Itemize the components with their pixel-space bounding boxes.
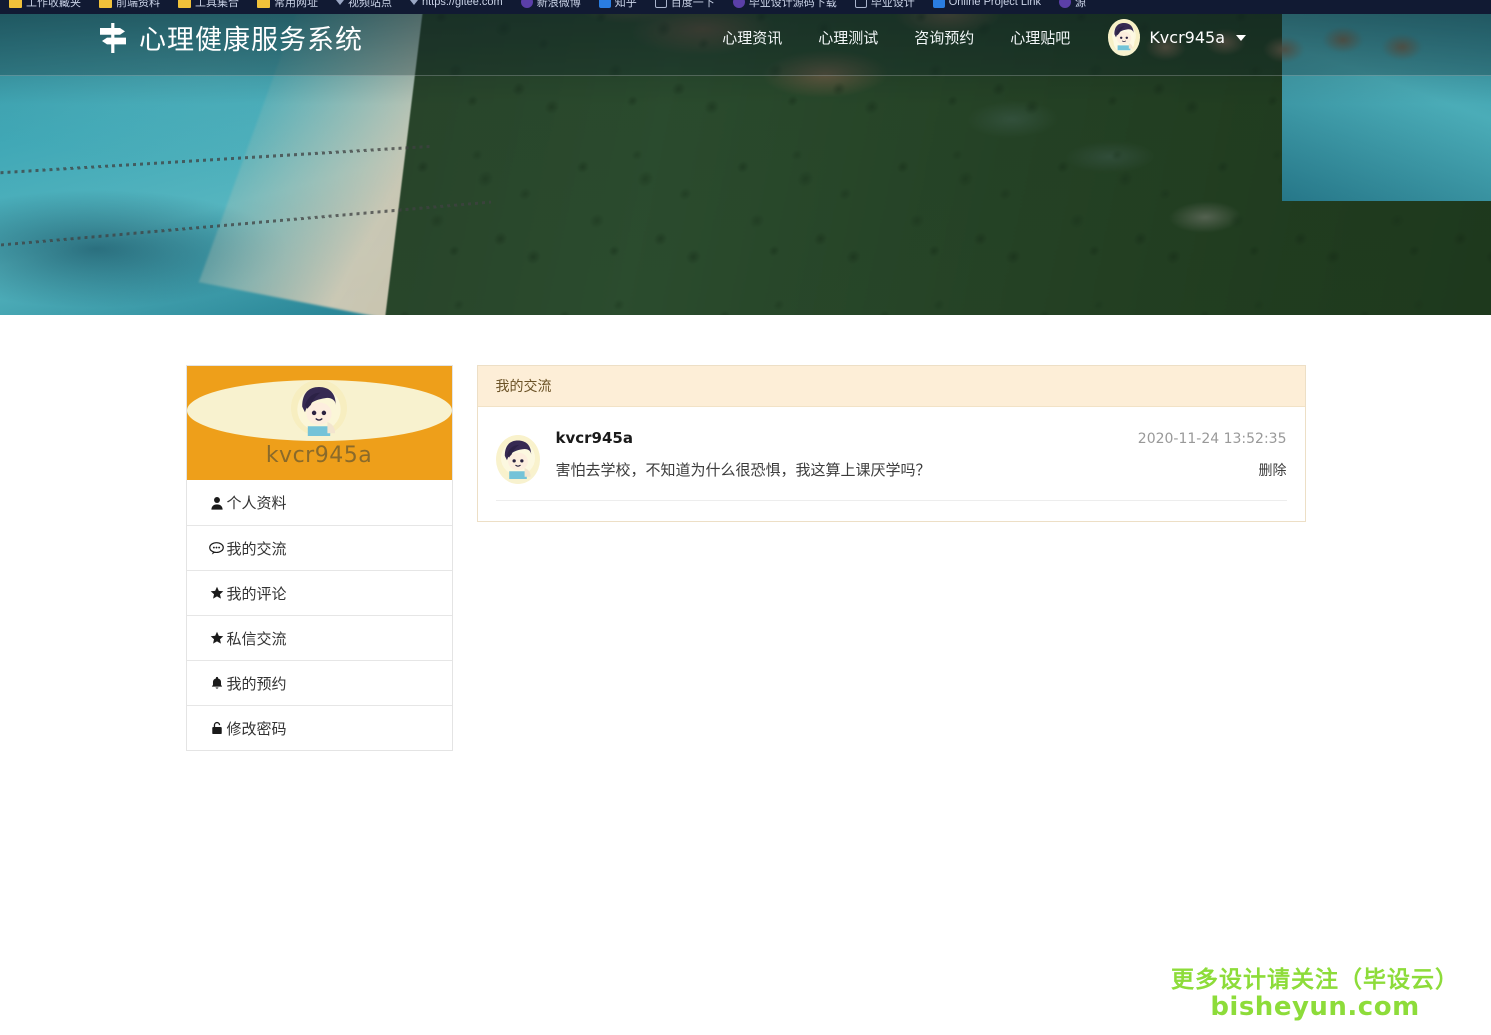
avatar — [1108, 19, 1141, 56]
brand-link[interactable]: 心理健康服务系统 — [98, 18, 363, 57]
sidebar-item-private-messages[interactable]: 私信交流 — [186, 615, 452, 660]
bookmark-label: 前端资料 — [116, 0, 160, 9]
bookmark-icon — [732, 0, 745, 8]
panel-title: 我的交流 — [477, 366, 1305, 407]
bookmark-label: 工具集合 — [195, 0, 239, 9]
comment-text: 害怕去学校，不知道为什么很恐惧，我这算上课厌学吗？ — [555, 461, 931, 479]
bookmark-label: https://gitee.com — [422, 0, 503, 8]
content-container: kvcr945a 个人资料 我的交流 我的评论 私信交流 我的预约 修改密码 我… — [185, 315, 1306, 751]
bookmark-label: 百度一下 — [670, 0, 715, 9]
chevron-down-icon — [336, 0, 344, 5]
signpost-icon — [98, 21, 128, 55]
caret-down-icon — [1236, 34, 1246, 41]
bookmark-label: 知乎 — [614, 0, 637, 9]
watermark: 更多设计请关注（毕设云） bisheyun.com — [1171, 967, 1459, 1021]
comment-content-row: 害怕去学校，不知道为什么很恐惧，我这算上课厌学吗？ 删除 — [556, 459, 1287, 482]
panel-body: kvcr945a 2020-11-24 13:52:35 害怕去学校，不知道为什… — [477, 407, 1305, 521]
bookmark-label: 毕业设计源码下载 — [748, 0, 837, 9]
page-content: kvcr945a 个人资料 我的交流 我的评论 私信交流 我的预约 修改密码 我… — [0, 315, 1491, 1035]
sidebar-username: kvcr945a — [265, 443, 373, 468]
bookmark-item[interactable]: 前端资料 — [90, 0, 169, 12]
sidebar-item-change-password[interactable]: 修改密码 — [186, 705, 452, 750]
sidebar-item-label: 我的交流 — [226, 539, 287, 558]
bookmark-item[interactable]: Online Project Link — [924, 0, 1050, 12]
bookmark-item[interactable]: 百度一下 — [646, 0, 724, 12]
bookmark-item[interactable]: 源 — [1050, 0, 1095, 12]
bookmark-label: 源 — [1075, 0, 1087, 9]
my-posts-panel: 我的交流 kvcr945a 2020-11-24 13:52:35 害怕去学校，… — [476, 365, 1306, 522]
sidebar-item-my-comments[interactable]: 我的评论 — [186, 570, 452, 615]
bookmark-icon — [932, 0, 945, 8]
folder-icon — [178, 0, 191, 8]
folder-icon — [99, 0, 112, 8]
sidebar-item-label: 修改密码 — [226, 719, 287, 738]
bookmark-label: Online Project Link — [948, 0, 1042, 8]
bookmark-icon — [520, 0, 533, 8]
watermark-line-2: bisheyun.com — [1210, 991, 1420, 1022]
sidebar-item-my-appointments[interactable]: 我的预约 — [186, 660, 452, 705]
bookmark-item[interactable]: 知乎 — [590, 0, 646, 12]
comment-timestamp: 2020-11-24 13:52:35 — [1137, 431, 1287, 447]
star-icon — [209, 585, 225, 601]
sidebar-item-label: 个人资料 — [226, 494, 287, 512]
comment-body: kvcr945a 2020-11-24 13:52:35 害怕去学校，不知道为什… — [556, 429, 1287, 484]
lock-icon — [209, 720, 225, 736]
bookmark-item[interactable]: 视频站点 — [327, 0, 401, 12]
bookmark-label: 常用网址 — [274, 0, 318, 9]
sidebar-profile-header: kvcr945a — [186, 366, 452, 480]
sidebar-item-profile[interactable]: 个人资料 — [186, 480, 452, 525]
main-content: 我的交流 kvcr945a 2020-11-24 13:52:35 害怕去学校，… — [476, 365, 1306, 522]
user-menu[interactable]: Kvcr945a — [1088, 19, 1246, 56]
bookmark-item[interactable]: 常用网址 — [248, 0, 327, 12]
bookmark-item[interactable]: 毕业设计 — [846, 0, 924, 12]
bookmark-icon — [598, 0, 611, 8]
square-icon — [854, 0, 867, 8]
user-sidebar: kvcr945a 个人资料 我的交流 我的评论 私信交流 我的预约 修改密码 — [185, 365, 453, 751]
bell-icon — [209, 675, 225, 691]
bookmark-label: 毕业设计 — [870, 0, 915, 9]
bookmark-label: 视频站点 — [348, 0, 392, 9]
comment-author: kvcr945a — [555, 429, 633, 447]
user-menu-name: Kvcr945a — [1149, 28, 1225, 47]
bookmark-item[interactable]: 工具集合 — [169, 0, 248, 12]
bookmark-label: 工作收藏夹 — [26, 0, 81, 9]
browser-bookmarks-bar: 工作收藏夹 前端资料 工具集合 常用网址 视频站点 https://gitee.com 新浪… — [0, 0, 1491, 14]
bookmark-item[interactable]: 毕业设计源码下载 — [724, 0, 846, 12]
chevron-down-icon — [410, 0, 418, 5]
sidebar-item-my-posts[interactable]: 我的交流 — [186, 525, 452, 570]
comment-icon — [209, 540, 225, 556]
sidebar-item-label: 私信交流 — [226, 629, 287, 648]
folder-icon — [9, 0, 22, 8]
delete-button[interactable]: 删除 — [1259, 460, 1287, 480]
bookmark-label: 新浪微博 — [536, 0, 581, 9]
square-icon — [654, 0, 667, 8]
bookmark-icon — [1059, 0, 1072, 8]
bookmark-item[interactable]: 新浪微博 — [512, 0, 590, 12]
sidebar-item-label: 我的预约 — [226, 674, 287, 693]
bookmark-item[interactable]: https://gitee.com — [401, 0, 512, 12]
brand-title: 心理健康服务系统 — [139, 25, 363, 56]
folder-icon — [257, 0, 270, 8]
bookmark-item[interactable]: 工作收藏夹 — [0, 0, 90, 12]
list-item: kvcr945a 2020-11-24 13:52:35 害怕去学校，不知道为什… — [495, 421, 1287, 501]
star-icon — [209, 630, 225, 646]
comment-meta: kvcr945a 2020-11-24 13:52:35 — [556, 429, 1287, 447]
watermark-line-1: 更多设计请关注（毕设云） — [1171, 967, 1459, 994]
avatar — [495, 435, 540, 484]
avatar — [186, 380, 452, 441]
user-icon — [209, 495, 225, 511]
sidebar-item-label: 我的评论 — [226, 584, 287, 603]
